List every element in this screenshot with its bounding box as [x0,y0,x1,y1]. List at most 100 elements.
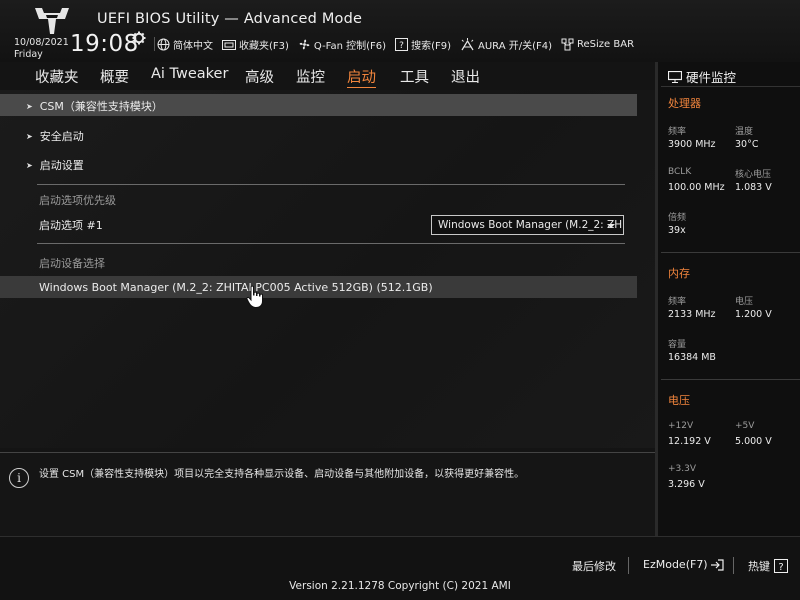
last-modified-label: 最后修改 [572,560,616,573]
qfan-label: Q-Fan 控制(F6) [313,41,387,52]
section-divider [37,243,625,244]
mem-volt-label: 电压 [735,297,754,307]
globe-icon [157,38,170,51]
hand-cursor-icon [246,285,263,309]
gear-icon[interactable] [132,31,146,45]
toolbar: 简体中文 收藏夹(F3) Q-Fan 控制(F6) ? 搜索(F9) AURA … [157,37,643,52]
favorites-label: 收藏夹(F3) [239,41,289,52]
side-divider [661,379,800,380]
section-divider [37,184,625,185]
menu-item-label: 安全启动 [39,130,84,143]
help-box-icon: ? [395,38,409,51]
mem-capacity-value: 16384 MB [668,352,716,363]
tab-tool[interactable]: 工具 [400,66,429,87]
tab-advanced[interactable]: 高级 [245,66,274,87]
footer-divider [733,557,734,574]
cpu-freq-value: 3900 MHz [668,139,716,150]
aura-icon [461,38,474,51]
bclk-value: 100.00 MHz [668,182,725,193]
tab-favorites[interactable]: 收藏夹 [35,66,79,87]
date-text: 10/08/2021 [14,37,69,48]
bookmark-icon [222,39,236,50]
menu-item-secure-boot[interactable]: ➤ 安全启动 [26,128,84,144]
cpu-temp-label: 温度 [735,127,754,137]
hotkeys-button[interactable]: 热键 ? [748,558,788,574]
tab-monitor[interactable]: 监控 [296,66,325,87]
resize-bar-button[interactable]: ReSize BAR [561,38,634,51]
boot-priority-heading: 启动选项优先级 [39,194,116,207]
voltage-section-title: 电压 [668,394,690,407]
ratio-value: 39x [668,225,686,236]
help-box-icon: ? [774,559,788,573]
date-display: 10/08/2021 Friday [14,37,69,61]
footer-divider [628,557,629,574]
tab-exit[interactable]: 退出 [451,66,480,87]
monitor-icon [668,70,682,83]
mem-freq-label: 频率 [668,297,687,307]
aura-label: AURA 开/关(F4) [478,41,553,52]
search-label: 搜索(F9) [411,41,451,52]
ezmode-button[interactable]: EzMode(F7) [643,558,724,571]
main-tabs: 收藏夹 概要 Ai Tweaker 高级 监控 启动 工具 退出 [0,62,655,90]
menu-item-label: 启动设置 [39,159,84,172]
v5-label: +5V [735,421,755,431]
svg-text:?: ? [399,41,404,51]
boot-option-1-label: 启动选项 #1 [39,219,103,232]
help-text: 设置 CSM（兼容性支持模块）项目以完全支持各种显示设备、启动设备与其他附加设备… [39,469,525,480]
boot-option-1-value: Windows Boot Manager (M.2_2: ZHITAI PC00… [438,219,624,231]
cpu-temp-value: 30°C [735,139,759,150]
qfan-button[interactable]: Q-Fan 控制(F6) [298,37,386,52]
footer-bar: 最后修改 EzMode(F7) 热键 ? Version 2.21.1278 C… [0,536,800,600]
svg-text:?: ? [778,562,783,573]
resize-bar-icon [561,38,574,51]
boot-override-item[interactable]: Windows Boot Manager (M.2_2: ZHITAI PC00… [39,281,433,294]
fan-icon [299,39,310,50]
language-button[interactable]: 简体中文 [157,37,213,52]
vcore-label: 核心电压 [735,170,772,180]
favorites-button[interactable]: 收藏夹(F3) [222,37,289,52]
ezmode-label: EzMode(F7) [643,558,708,571]
mem-capacity-label: 容量 [668,340,687,350]
app-title: UEFI BIOS Utility — Advanced Mode [97,11,363,27]
mem-freq-value: 2133 MHz [668,309,716,320]
tuf-logo-icon [35,8,69,34]
menu-item-label: CSM（兼容性支持模块） [39,100,163,113]
boot-settings-panel: ➤ CSM（兼容性支持模块） ➤ 安全启动 ➤ 启动设置 启动选项优先级 启动选… [0,90,655,448]
aura-button[interactable]: AURA 开/关(F4) [460,37,552,52]
chevron-right-icon: ➤ [26,131,33,141]
side-divider [661,86,800,87]
search-button[interactable]: ? 搜索(F9) [395,37,451,52]
chevron-right-icon: ➤ [26,101,33,111]
clock-display[interactable]: 19:08 [70,31,139,57]
menu-item-csm[interactable]: ➤ CSM（兼容性支持模块） [26,98,163,114]
hw-monitor-title: 硬件监控 [668,67,736,86]
info-icon: i [9,468,29,488]
memory-section-title: 内存 [668,267,690,280]
help-panel: i 设置 CSM（兼容性支持模块）项目以完全支持各种显示设备、启动设备与其他附加… [0,452,655,536]
boot-option-1-select[interactable]: Windows Boot Manager (M.2_2: ZHITAI PC00… [431,215,624,235]
tab-ai-tweaker[interactable]: Ai Tweaker [151,66,228,82]
exit-arrow-icon [710,558,724,571]
cpu-section-title: 处理器 [668,97,701,110]
resize-bar-label: ReSize BAR [577,39,635,50]
v33-value: 3.296 V [668,479,705,490]
v12-value: 12.192 V [668,436,711,447]
mem-volt-value: 1.200 V [735,309,772,320]
tab-boot[interactable]: 启动 [347,66,376,88]
version-text: Version 2.21.1278 Copyright (C) 2021 AMI [289,580,511,592]
top-bar: UEFI BIOS Utility — Advanced Mode 10/08/… [0,0,800,62]
chevron-down-icon [607,224,615,228]
cpu-freq-label: 频率 [668,127,687,137]
last-modified-button[interactable]: 最后修改 [572,558,616,574]
day-text: Friday [14,49,43,60]
hardware-monitor-panel: 硬件监控 处理器 频率 温度 3900 MHz 30°C BCLK 核心电压 1… [655,62,800,536]
boot-override-heading: 启动设备选择 [39,257,105,270]
menu-item-boot-config[interactable]: ➤ 启动设置 [26,157,84,173]
vcore-value: 1.083 V [735,182,772,193]
language-label: 简体中文 [173,41,213,52]
tab-main[interactable]: 概要 [100,66,129,87]
side-divider [661,252,800,253]
toolbar-divider [154,37,155,51]
v5-value: 5.000 V [735,436,772,447]
v12-label: +12V [668,421,694,431]
